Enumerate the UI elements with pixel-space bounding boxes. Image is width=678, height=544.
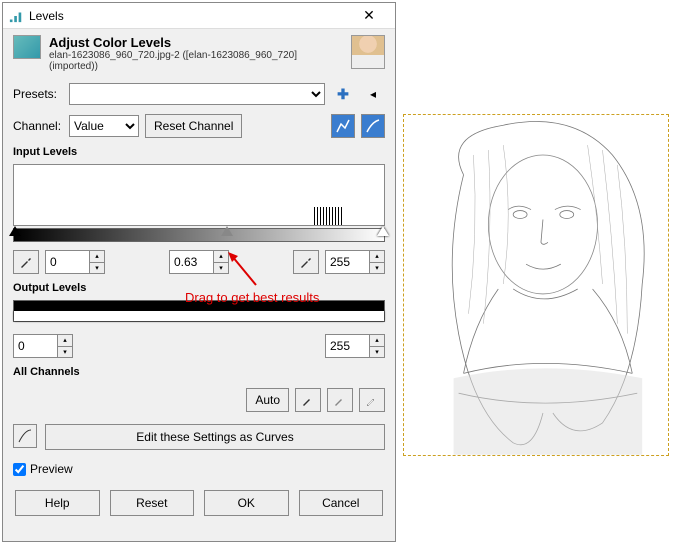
auto-white-button[interactable] [359, 388, 385, 412]
reset-button[interactable]: Reset [110, 490, 195, 516]
all-channels-label: All Channels [3, 362, 395, 382]
channel-select[interactable]: Value [69, 115, 139, 137]
input-gradient[interactable] [13, 228, 385, 244]
help-button[interactable]: Help [15, 490, 100, 516]
pick-white-button[interactable] [293, 250, 319, 274]
output-high-field[interactable]: ▴▾ [325, 334, 385, 358]
dialog-heading: Adjust Color Levels [49, 35, 343, 50]
reset-channel-button[interactable]: Reset Channel [145, 114, 242, 138]
dialog-subtitle: elan-1623086_960_720.jpg-2 ([elan-162308… [49, 50, 343, 72]
annotation-text: Drag to get best results [185, 290, 319, 305]
edit-as-curves-button[interactable]: Edit these Settings as Curves [45, 424, 385, 450]
input-white-slider[interactable] [377, 226, 389, 236]
image-thumbnail [351, 35, 385, 69]
add-preset-button[interactable]: ✚ [331, 82, 355, 106]
preview-label: Preview [30, 462, 73, 476]
auto-button[interactable]: Auto [246, 388, 289, 412]
input-low-field[interactable]: ▴▾ [45, 250, 105, 274]
input-high-field[interactable]: ▴▾ [325, 250, 385, 274]
channel-label: Channel: [13, 119, 63, 133]
close-button[interactable]: ✕ [349, 7, 389, 24]
curves-icon-button[interactable] [13, 424, 37, 448]
preview-checkbox[interactable] [13, 463, 26, 476]
header: Adjust Color Levels elan-1623086_960_720… [3, 29, 395, 78]
cancel-button[interactable]: Cancel [299, 490, 384, 516]
input-gamma-field[interactable]: ▴▾ [169, 250, 229, 274]
output-low-field[interactable]: ▴▾ [13, 334, 73, 358]
input-gamma-slider[interactable] [221, 226, 233, 236]
dialog-icon [13, 35, 41, 59]
ok-button[interactable]: OK [204, 490, 289, 516]
preset-menu-button[interactable]: ◂ [361, 82, 385, 106]
input-black-slider[interactable] [9, 226, 21, 236]
image-canvas [403, 114, 669, 456]
pick-black-button[interactable] [13, 250, 39, 274]
auto-black-button[interactable] [295, 388, 321, 412]
auto-gray-button[interactable] [327, 388, 353, 412]
presets-label: Presets: [13, 87, 63, 101]
linear-histogram-button[interactable] [331, 114, 355, 138]
annotation-arrow [226, 250, 266, 290]
levels-dialog: Levels ✕ Adjust Color Levels elan-162308… [2, 2, 396, 542]
output-white-slider[interactable] [14, 311, 384, 321]
log-histogram-button[interactable] [361, 114, 385, 138]
histogram [13, 164, 385, 226]
presets-select[interactable] [69, 83, 325, 105]
app-icon [9, 9, 23, 23]
titlebar: Levels ✕ [3, 3, 395, 29]
input-levels-label: Input Levels [3, 142, 395, 162]
window-title: Levels [29, 9, 349, 23]
